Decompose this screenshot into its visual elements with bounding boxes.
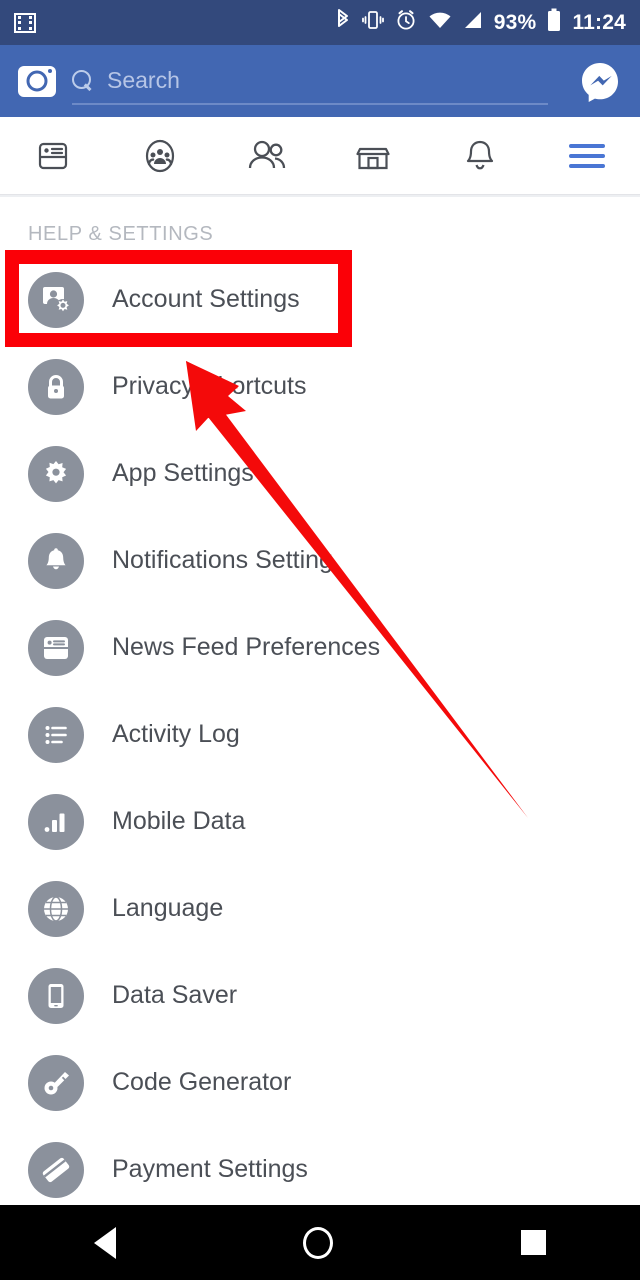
sidebar-item-notifications[interactable] (427, 117, 534, 194)
list-item-label: Data Saver (112, 981, 238, 1009)
list-item-language[interactable]: Language (0, 865, 640, 952)
sidebar-item-marketplace[interactable] (320, 117, 427, 194)
hamburger-menu-icon (568, 143, 605, 168)
list-item-label: Account Settings (112, 285, 300, 313)
status-bar-left (14, 12, 36, 33)
list-item-payment-settings[interactable]: Payment Settings (0, 1126, 640, 1213)
list-item-activity-log[interactable]: Activity Log (0, 691, 640, 778)
recents-square-icon[interactable] (521, 1230, 547, 1255)
screen-record-icon (14, 12, 36, 33)
camera-icon[interactable] (18, 65, 56, 97)
back-triangle-icon[interactable] (93, 1226, 116, 1259)
bell-icon (28, 532, 84, 589)
list-item-data-saver[interactable]: Data Saver (0, 952, 640, 1039)
list-icon (28, 706, 84, 763)
list-item-label: News Feed Preferences (112, 633, 381, 661)
settings-menu-list: Account Settings Privacy Shortcuts App S… (0, 256, 640, 1213)
wifi-icon (428, 10, 452, 35)
list-item-account-settings[interactable]: Account Settings (0, 256, 640, 343)
battery-icon (547, 8, 561, 37)
list-item-label: Mobile Data (112, 807, 246, 835)
list-item-mobile-data[interactable]: Mobile Data (0, 778, 640, 865)
list-item-label: Code Generator (112, 1068, 292, 1096)
gear-icon (28, 445, 84, 502)
search-icon (72, 69, 93, 91)
list-item-label: Privacy Shortcuts (112, 372, 307, 400)
credit-card-icon (28, 1141, 84, 1198)
main-tab-bar (0, 117, 640, 195)
phone-icon (28, 967, 84, 1024)
list-item-label: Activity Log (112, 720, 240, 748)
list-item-notifications-setting[interactable]: Notifications Setting (0, 517, 640, 604)
key-icon (28, 1054, 84, 1111)
list-item-label: Language (112, 894, 224, 922)
sidebar-item-friends[interactable] (213, 117, 320, 194)
sidebar-item-groups[interactable] (107, 117, 214, 194)
battery-percent: 93% (493, 10, 537, 34)
search-input[interactable]: Search (107, 67, 180, 94)
search-bar[interactable]: Search (72, 57, 548, 105)
bluetooth-icon (335, 8, 351, 37)
bar-chart-icon (28, 793, 84, 850)
lock-icon (28, 358, 84, 415)
clock: 11:24 (572, 10, 626, 34)
alarm-icon (395, 9, 417, 36)
news-feed-icon (28, 619, 84, 676)
app-header: Search (0, 45, 640, 117)
status-bar-right: 93% 11:24 (335, 8, 626, 37)
android-nav-bar (0, 1205, 640, 1280)
cellular-signal-icon (463, 10, 483, 35)
sidebar-item-menu[interactable] (533, 117, 640, 194)
list-item-news-feed-preferences[interactable]: News Feed Preferences (0, 604, 640, 691)
vibrate-icon (361, 9, 384, 36)
home-circle-icon[interactable] (303, 1226, 334, 1259)
list-item-label: Notifications Setting (112, 546, 333, 574)
list-item-label: Payment Settings (112, 1155, 308, 1183)
list-item-privacy-shortcuts[interactable]: Privacy Shortcuts (0, 343, 640, 430)
list-item-code-generator[interactable]: Code Generator (0, 1039, 640, 1126)
sidebar-item-news-feed[interactable] (0, 117, 107, 194)
list-item-label: App Settings (112, 459, 254, 487)
list-item-app-settings[interactable]: App Settings (0, 430, 640, 517)
messenger-icon[interactable] (578, 59, 622, 103)
account-settings-icon (28, 271, 84, 328)
section-title: HELP & SETTINGS (28, 223, 214, 245)
status-bar: 93% 11:24 (0, 0, 640, 45)
globe-icon (28, 880, 84, 937)
